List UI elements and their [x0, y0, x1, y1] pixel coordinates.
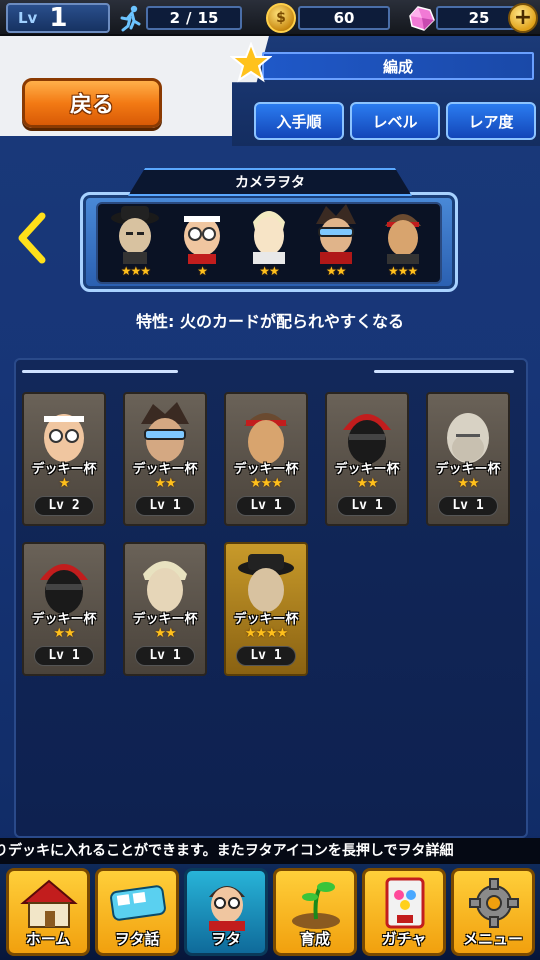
player-level-box: Lv 1: [6, 3, 110, 33]
deck-slot[interactable]: ★★★: [104, 202, 166, 278]
card-item[interactable]: デッキー杯 ★★ Lv 1: [325, 392, 409, 526]
star-icon: [230, 42, 272, 83]
back-button[interactable]: 戻る: [22, 78, 162, 128]
card-stars: ★★: [154, 476, 176, 491]
card-level: Lv 1: [236, 496, 296, 516]
card-stars: ★★: [154, 626, 176, 641]
buy-gems-button[interactable]: +: [508, 3, 538, 33]
deck-slot[interactable]: ★★★: [372, 202, 434, 278]
card-level: Lv 1: [34, 646, 94, 666]
card-item[interactable]: デッキー杯 ★★ Lv 1: [426, 392, 510, 526]
card-title: デッキー杯: [31, 612, 97, 627]
help-ticker: したりデッキに入れることができます。またヲタアイコンを長押しでヲタ詳細: [0, 838, 540, 864]
card-stars: ★★★: [250, 476, 283, 491]
character-portrait: [111, 206, 160, 264]
panel-divider: [22, 370, 178, 373]
level-value: 1: [49, 3, 68, 33]
coin-counter: 60: [298, 6, 390, 30]
deck-slot-stars: ★★★: [120, 264, 151, 278]
card-item[interactable]: デッキー杯 ★★ Lv 1: [22, 542, 106, 676]
gacha-machine-icon: [385, 877, 425, 929]
card-stars: ★: [58, 476, 71, 491]
character-icon: [209, 886, 245, 931]
card-level: Lv 2: [34, 496, 94, 516]
gem-value: 25: [468, 9, 490, 27]
chevron-left-icon[interactable]: [14, 210, 50, 266]
level-label: Lv: [18, 9, 38, 27]
nav-label: ヲタ: [210, 930, 241, 948]
deck-slot[interactable]: ★★: [238, 202, 300, 278]
deck-slots: ★★★ ★ ★★ ★★ ★★★: [96, 202, 442, 284]
card-level: Lv 1: [236, 646, 296, 666]
deck-slot[interactable]: ★★: [305, 202, 367, 278]
panel-divider: [374, 370, 514, 373]
nav-label: ヲタ話: [114, 930, 160, 948]
card-title: デッキー杯: [31, 462, 97, 477]
gem-icon: [409, 6, 435, 31]
deck-slot-stars: ★★: [326, 264, 346, 278]
nav-label: ガチャ: [381, 930, 427, 948]
deck-trait: 特性: 火のカードが配られやすくなる: [136, 312, 404, 331]
card-level: Lv 1: [135, 646, 195, 666]
page-title: 編成: [262, 52, 534, 80]
deck-name: カメラヲタ: [128, 168, 412, 196]
gear-icon: [469, 878, 519, 928]
card-title: デッキー杯: [435, 462, 501, 477]
character-portrait: [252, 211, 285, 264]
running-man-icon: [120, 5, 141, 32]
nav-story-button[interactable]: ヲタ話: [95, 868, 179, 956]
card-item[interactable]: デッキー杯 ★★ Lv 1: [123, 392, 207, 526]
deck-slot-stars: ★★★: [387, 264, 418, 278]
character-portrait: [384, 214, 421, 264]
stamina-counter: 2 / 15: [146, 6, 242, 30]
train-icon: [110, 885, 166, 921]
nav-label: ホーム: [25, 930, 71, 948]
deck-slot-stars: ★★: [259, 264, 279, 278]
nav-training-button[interactable]: 育成: [273, 868, 357, 956]
stamina-separator: /: [186, 9, 192, 27]
card-title: デッキー杯: [233, 612, 299, 627]
nav-menu-button[interactable]: メニュー: [451, 868, 535, 956]
card-item[interactable]: デッキー杯 ★★★★ Lv 1: [224, 542, 308, 676]
card-item[interactable]: デッキー杯 ★★ Lv 1: [123, 542, 207, 676]
coin-value: 60: [333, 9, 355, 27]
card-title: デッキー杯: [132, 612, 198, 627]
card-title: デッキー杯: [334, 462, 400, 477]
card-stars: ★★: [53, 626, 75, 641]
card-level: Lv 1: [438, 496, 498, 516]
card-stars: ★★★★: [244, 626, 289, 641]
sort-by-level-button[interactable]: レベル: [350, 102, 440, 140]
card-level: Lv 1: [337, 496, 397, 516]
card-item[interactable]: デッキー杯 ★ Lv 2: [22, 392, 106, 526]
sort-by-acquired-button[interactable]: 入手順: [254, 102, 344, 140]
stamina-max: 15: [197, 9, 219, 27]
ticker-text: したりデッキに入れることができます。またヲタアイコンを長押しでヲタ詳細: [0, 843, 454, 859]
card-stars: ★★: [457, 476, 479, 491]
card-level: Lv 1: [135, 496, 195, 516]
nav-gacha-button[interactable]: ガチャ: [362, 868, 446, 956]
card-item[interactable]: デッキー杯 ★★★ Lv 1: [224, 392, 308, 526]
deck-slot[interactable]: ★: [171, 202, 233, 278]
stamina-current: 2: [169, 9, 181, 27]
nav-label: メニュー: [462, 930, 523, 948]
nav-label: 育成: [299, 930, 330, 948]
card-title: デッキー杯: [132, 462, 198, 477]
card-stars: ★★: [356, 476, 378, 491]
sprout-icon: [292, 882, 340, 929]
deck-slot-stars: ★: [197, 264, 208, 278]
nav-character-button[interactable]: ヲタ: [184, 868, 268, 956]
character-portrait: [315, 204, 356, 264]
coin-icon: $: [266, 3, 296, 33]
character-portrait: [184, 216, 221, 264]
house-icon: [20, 879, 78, 928]
sort-by-rarity-button[interactable]: レア度: [446, 102, 536, 140]
card-title: デッキー杯: [233, 462, 299, 477]
nav-home-button[interactable]: ホーム: [6, 868, 90, 956]
